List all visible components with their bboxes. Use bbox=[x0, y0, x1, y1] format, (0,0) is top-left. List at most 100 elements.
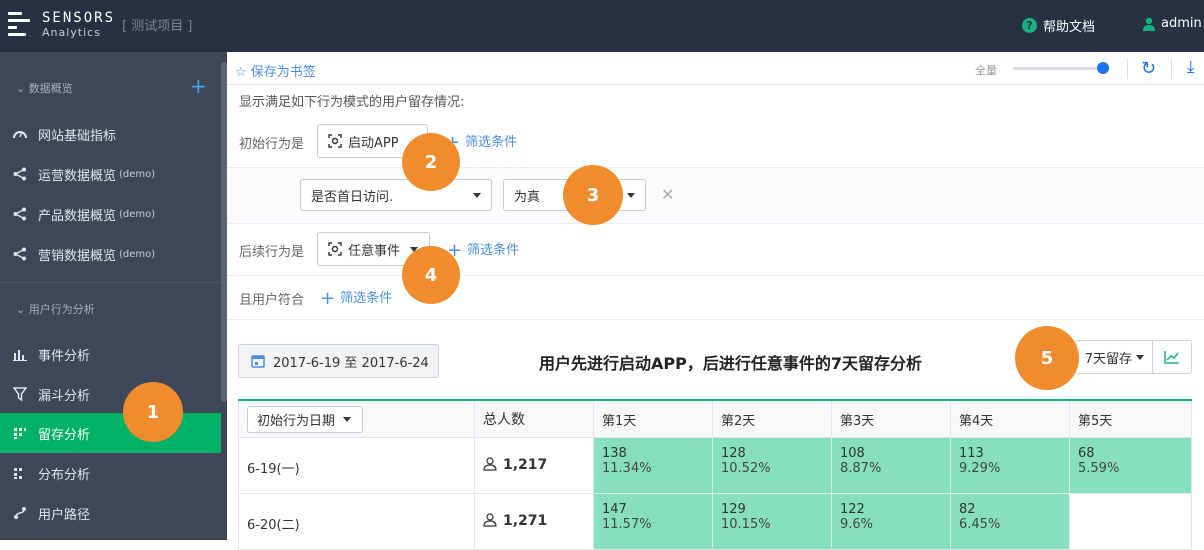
table-header-cell: 第5天 bbox=[1070, 401, 1192, 438]
brand-subname: Analytics bbox=[42, 26, 101, 39]
retention-cell[interactable]: 82 6.45% bbox=[951, 494, 1070, 550]
funnel-icon bbox=[12, 386, 28, 402]
add-overview-icon[interactable]: + bbox=[190, 76, 207, 96]
demo-tag: (demo) bbox=[119, 168, 156, 180]
sidebar-item-label: 运营数据概览 bbox=[38, 168, 117, 184]
sidebar-item-website-metrics[interactable]: 网站基础指标 bbox=[0, 114, 221, 154]
zoom-label: 全量 bbox=[975, 64, 997, 77]
sidebar-item-marketing-overview[interactable]: 营销数据概览 (demo) bbox=[0, 234, 221, 274]
retention-period-select[interactable]: 7天留存 bbox=[1075, 340, 1152, 374]
share-icon bbox=[12, 206, 28, 222]
retention-rate: 11.57% bbox=[602, 517, 652, 532]
line-chart-toggle[interactable] bbox=[1152, 340, 1192, 374]
retention-cell[interactable]: 129 10.15% bbox=[713, 494, 832, 550]
sidebar-item-label: 留存分析 bbox=[38, 427, 91, 443]
followup-add-filter-button[interactable]: + 筛选条件 bbox=[447, 238, 519, 261]
project-name[interactable]: [ 测试项目 ] bbox=[122, 15, 192, 34]
retention-cell[interactable]: 147 11.57% bbox=[594, 494, 713, 550]
remove-filter-icon[interactable]: ✕ bbox=[661, 185, 674, 204]
download-icon[interactable]: ⤓ bbox=[1187, 57, 1195, 77]
question-icon: ? bbox=[1022, 18, 1037, 33]
chevron-down-icon bbox=[473, 193, 481, 198]
row-total[interactable]: 1,271 bbox=[475, 494, 594, 550]
sidebar-item-label: 漏斗分析 bbox=[38, 388, 91, 404]
operator-select-label: 为真 bbox=[514, 189, 541, 205]
retention-rate: 9.6% bbox=[840, 517, 874, 532]
retention-count: 147 bbox=[602, 502, 627, 517]
sampling-slider-thumb[interactable] bbox=[1097, 62, 1109, 74]
refresh-icon[interactable]: ↻ bbox=[1141, 58, 1156, 79]
sidebar-item-label: 事件分析 bbox=[38, 348, 91, 364]
retention-rate: 6.45% bbox=[959, 517, 1001, 532]
retention-count: 82 bbox=[959, 502, 976, 517]
retention-rate: 8.87% bbox=[840, 461, 882, 476]
sidebar-item-label: 营销数据概览 bbox=[38, 248, 117, 264]
table-header-cell: 第4天 bbox=[951, 401, 1070, 438]
sidebar-item-funnel-analysis[interactable]: 漏斗分析 bbox=[0, 374, 221, 414]
help-docs-label: 帮助文档 bbox=[1043, 20, 1096, 35]
filter-condition-row: 是否首日访问. 为真 ✕ bbox=[227, 168, 1204, 224]
retention-cell[interactable]: 108 8.87% bbox=[832, 438, 951, 494]
table-header-cell: 总人数 bbox=[475, 401, 594, 438]
followup-behavior-label: 后续行为是 bbox=[239, 245, 305, 260]
sidebar-section-behavior[interactable]: ⌄ 用户行为分析 bbox=[16, 301, 95, 317]
sampling-slider[interactable] bbox=[1013, 67, 1105, 70]
property-select[interactable]: 是否首日访问. bbox=[300, 179, 492, 211]
retention-rate: 10.52% bbox=[721, 461, 771, 476]
user-icon bbox=[1143, 17, 1155, 31]
sidebar-item-retention-analysis[interactable]: 留存分析 bbox=[0, 413, 221, 453]
date-range-label: 2017-6-19 至 2017-6-24 bbox=[273, 355, 429, 371]
user-name: admin bbox=[1161, 16, 1202, 31]
toolbar-divider bbox=[1171, 59, 1172, 79]
date-column-select[interactable]: 初始行为日期 bbox=[247, 405, 363, 433]
retention-count: 108 bbox=[840, 446, 865, 461]
retention-cell[interactable]: 138 11.34% bbox=[594, 438, 713, 494]
share-icon bbox=[12, 246, 28, 262]
save-bookmark-label: 保存为书签 bbox=[250, 65, 316, 80]
initial-behavior-label: 初始行为是 bbox=[239, 137, 305, 152]
initial-event-label: 启动APP bbox=[348, 135, 399, 151]
annotation-badge-2: 2 bbox=[402, 133, 460, 191]
help-docs-link[interactable]: ? 帮助文档 bbox=[1022, 16, 1095, 35]
brand-name: SENSORS bbox=[42, 10, 116, 26]
save-bookmark-button[interactable]: ☆ 保存为书签 bbox=[235, 61, 316, 80]
people-icon bbox=[483, 457, 497, 471]
row-date: 6-20(二) bbox=[238, 494, 475, 550]
retention-cell[interactable]: 113 9.29% bbox=[951, 438, 1070, 494]
sidebar-item-ops-overview[interactable]: 运营数据概览 (demo) bbox=[0, 154, 221, 194]
demo-tag: (demo) bbox=[119, 208, 156, 220]
sidebar-item-label: 网站基础指标 bbox=[38, 128, 117, 144]
sidebar-divider bbox=[0, 282, 221, 283]
annotation-badge-3: 3 bbox=[563, 165, 623, 225]
chevron-down-icon bbox=[343, 416, 352, 422]
top-bar: SENSORS Analytics [ 测试项目 ] ? 帮助文档 admin bbox=[0, 0, 1204, 52]
event-icon bbox=[328, 242, 342, 256]
table-row[interactable]: 6-20(二) 1,271 147 11.57% 129 10.15% 122 9.6… bbox=[238, 494, 1192, 550]
sensors-logo-icon bbox=[8, 8, 34, 42]
date-column-label: 初始行为日期 bbox=[257, 413, 336, 429]
retention-cell[interactable]: 128 10.52% bbox=[713, 438, 832, 494]
retention-period-label: 7天留存 bbox=[1084, 351, 1132, 367]
date-range-picker[interactable]: 2017-6-19 至 2017-6-24 bbox=[238, 344, 439, 378]
retention-rate: 9.29% bbox=[959, 461, 1001, 476]
row-total[interactable]: 1,217 bbox=[475, 438, 594, 494]
user-menu[interactable]: admin bbox=[1142, 16, 1202, 31]
sidebar-section-overview[interactable]: ⌄ 数据概览 bbox=[16, 80, 73, 96]
table-header-cell: 初始行为日期 bbox=[238, 401, 475, 438]
retention-rate: 5.59% bbox=[1078, 461, 1120, 476]
user-add-filter-button[interactable]: + 筛选条件 bbox=[320, 286, 392, 309]
sidebar-item-product-overview[interactable]: 产品数据概览 (demo) bbox=[0, 194, 221, 234]
row-total-value: 1,271 bbox=[503, 513, 548, 529]
demo-tag: (demo) bbox=[119, 248, 156, 260]
retention-cell[interactable]: 122 9.6% bbox=[832, 494, 951, 550]
retention-icon bbox=[12, 425, 28, 441]
retention-cell[interactable]: 68 5.59% bbox=[1070, 438, 1192, 494]
table-row[interactable]: 6-19(一) 1,217 138 11.34% 128 10.52% 108 8.8… bbox=[238, 438, 1192, 494]
sidebar-item-distribution-analysis[interactable]: 分布分析 bbox=[0, 453, 221, 493]
row-total-value: 1,217 bbox=[503, 457, 548, 473]
sidebar-item-user-path[interactable]: 用户路径 bbox=[0, 493, 221, 533]
table-header-cell: 第1天 bbox=[594, 401, 713, 438]
table-header-cell: 第2天 bbox=[713, 401, 832, 438]
table-header-row: 初始行为日期 总人数 第1天 第2天 第3天 第4天 第5天 bbox=[238, 401, 1192, 438]
sidebar-item-event-analysis[interactable]: 事件分析 bbox=[0, 334, 221, 374]
